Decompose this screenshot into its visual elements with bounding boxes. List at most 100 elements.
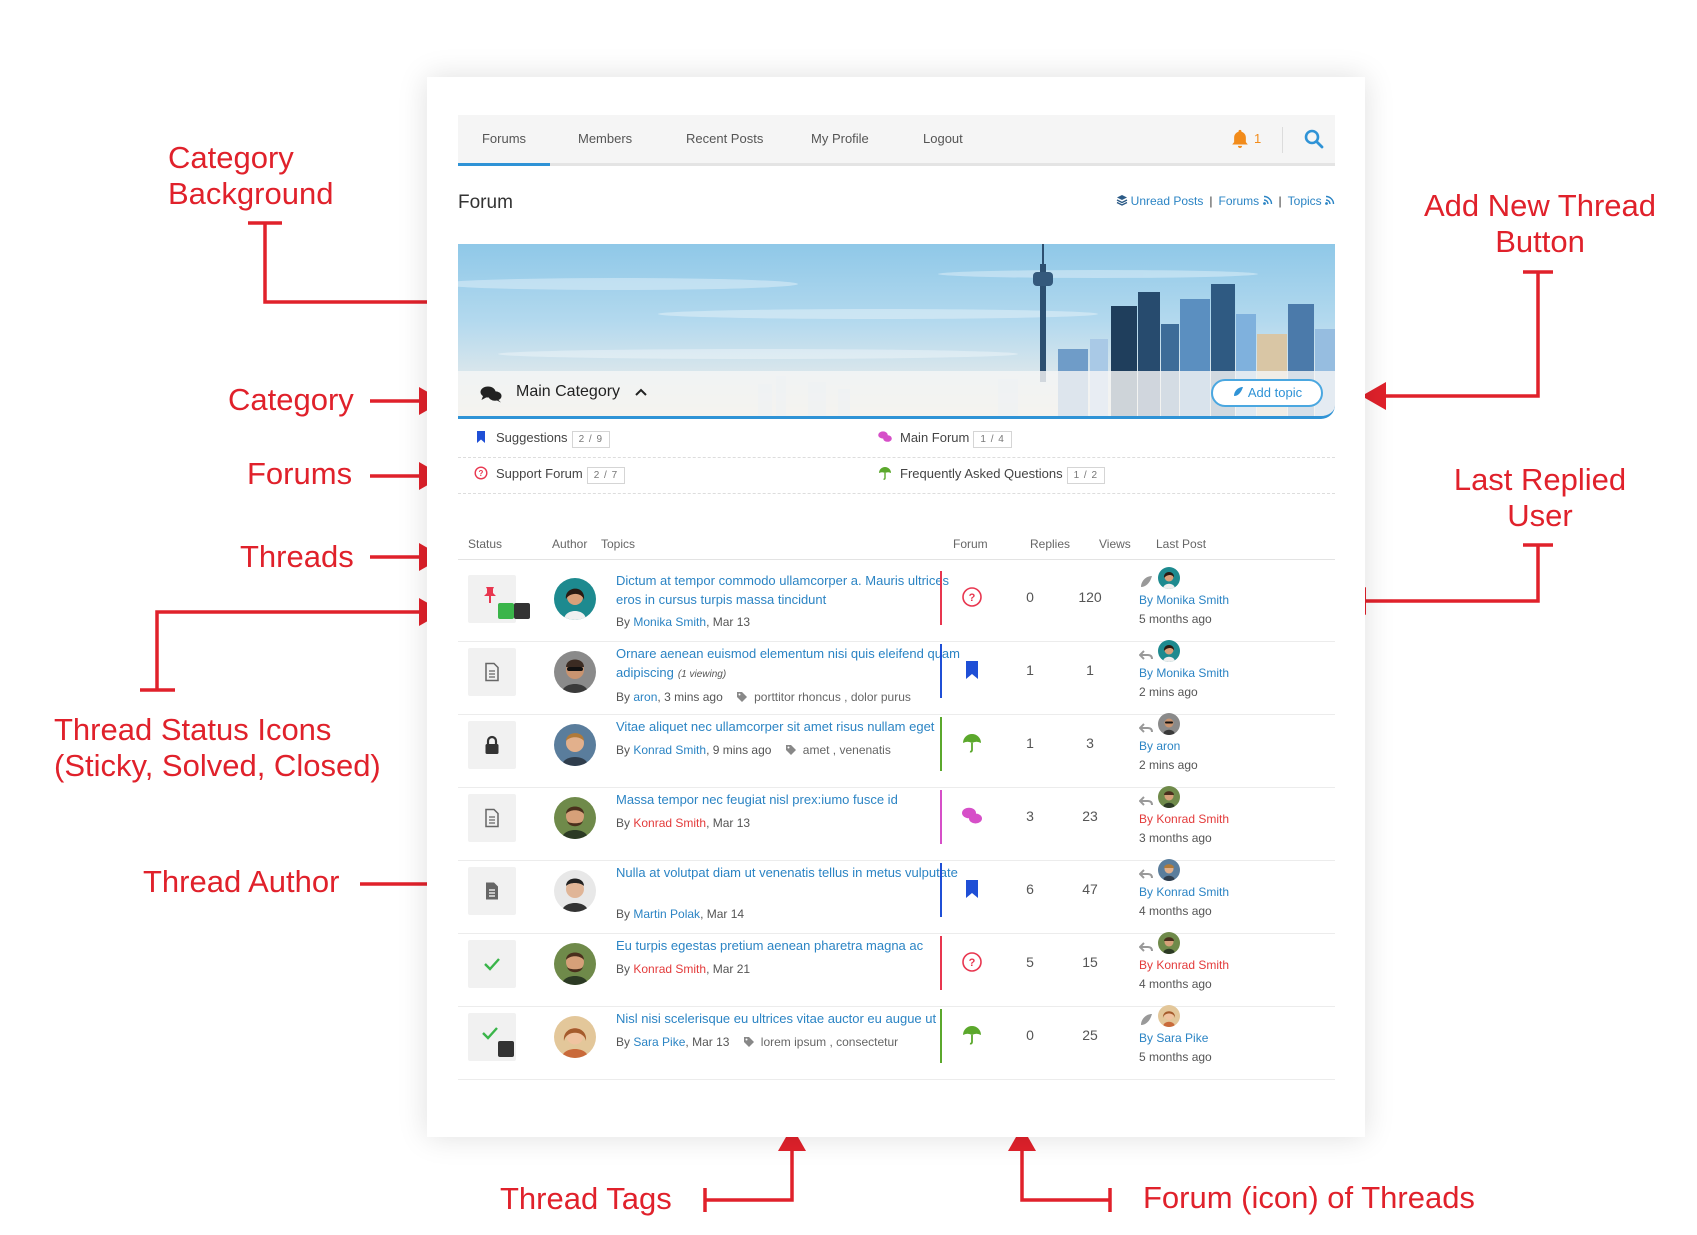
lock-badge-icon bbox=[514, 603, 543, 634]
last-reply-user[interactable]: By aron bbox=[1139, 739, 1180, 753]
avatar[interactable] bbox=[554, 651, 596, 693]
thread-row: Eu turpis egestas pretium aenean pharetr… bbox=[458, 926, 1335, 1007]
pin-icon bbox=[484, 587, 496, 603]
nav-forums[interactable]: Forums bbox=[458, 115, 550, 166]
thread-title[interactable]: Massa tempor nec feugiat nisl prex:iumo … bbox=[616, 790, 966, 809]
thread-date: Mar 13 bbox=[712, 615, 751, 629]
avatar[interactable] bbox=[554, 870, 596, 912]
nav-recent-posts[interactable]: Recent Posts bbox=[686, 115, 763, 163]
chevron-up-icon[interactable] bbox=[633, 384, 649, 400]
thread-author-link[interactable]: Konrad Smith bbox=[633, 816, 706, 830]
bookmark-icon bbox=[477, 431, 485, 443]
thread-meta: By Konrad Smith, Mar 21 bbox=[616, 962, 751, 976]
reply-count: 6 bbox=[1026, 881, 1034, 897]
reply-count: 5 bbox=[1026, 954, 1034, 970]
reply-count: 3 bbox=[1026, 808, 1034, 824]
thread-tags[interactable]: lorem ipsum , consectetur bbox=[761, 1035, 898, 1049]
thread-author-link[interactable]: aron bbox=[633, 690, 657, 704]
last-reply-avatar[interactable] bbox=[1158, 859, 1180, 881]
reply-icon bbox=[1139, 650, 1153, 660]
thread-row: Nisl nisi scelerisque eu ultrices vitae … bbox=[458, 999, 1335, 1080]
header-status: Status bbox=[468, 537, 503, 551]
thread-author-link[interactable]: Martin Polak bbox=[633, 907, 700, 921]
nav-divider bbox=[1282, 127, 1283, 153]
bookmark-icon[interactable] bbox=[961, 878, 983, 900]
avatar[interactable] bbox=[554, 943, 596, 985]
nav-my-profile[interactable]: My Profile bbox=[811, 115, 869, 163]
last-reply-time: 5 months ago bbox=[1139, 1050, 1212, 1064]
search-icon[interactable] bbox=[1304, 129, 1324, 149]
category-bar: Main Category Add topic bbox=[458, 371, 1335, 416]
forum-faq[interactable]: Frequently Asked Questions 1 / 2 bbox=[878, 466, 1106, 484]
thread-meta: By Konrad Smith, Mar 13 bbox=[616, 816, 751, 830]
bookmark-icon[interactable] bbox=[961, 659, 983, 681]
thread-author-link[interactable]: Monika Smith bbox=[633, 615, 706, 629]
status-box bbox=[468, 1013, 530, 1072]
thread-meta: By Konrad Smith, 9 mins ago amet , venen… bbox=[616, 743, 891, 757]
thread-row: Nulla at volutpat diam ut venenatis tell… bbox=[458, 853, 1335, 934]
annotation-forum-icon: Forum (icon) of Threads bbox=[1143, 1180, 1475, 1215]
last-reply-user[interactable]: By Monika Smith bbox=[1139, 593, 1229, 607]
category-title[interactable]: Main Category bbox=[516, 383, 620, 401]
forum-main-forum[interactable]: Main Forum 1 / 4 bbox=[878, 430, 1012, 448]
tag-icon bbox=[737, 692, 748, 702]
nav-logout[interactable]: Logout bbox=[923, 115, 963, 163]
thread-title[interactable]: Eu turpis egestas pretium aenean pharetr… bbox=[616, 936, 966, 955]
notification-count[interactable]: 1 bbox=[1254, 131, 1261, 146]
last-reply-user[interactable]: By Konrad Smith bbox=[1139, 958, 1229, 972]
thread-row: Dictum at tempor commodo ullamcorper a. … bbox=[458, 561, 1335, 642]
thread-title[interactable]: Dictum at tempor commodo ullamcorper a. … bbox=[616, 571, 966, 609]
last-reply-time: 5 months ago bbox=[1139, 612, 1212, 626]
thread-date: Mar 14 bbox=[706, 907, 745, 921]
annotation-add-thread: Add New Thread Button bbox=[1423, 188, 1657, 259]
topics-rss-link[interactable]: Topics bbox=[1288, 194, 1322, 208]
thread-title[interactable]: Nulla at volutpat diam ut venenatis tell… bbox=[616, 863, 966, 882]
question-icon[interactable]: ? bbox=[961, 951, 983, 973]
last-reply-user[interactable]: By Konrad Smith bbox=[1139, 812, 1229, 826]
svg-text:?: ? bbox=[479, 469, 484, 478]
add-topic-button[interactable]: Add topic bbox=[1211, 379, 1323, 407]
last-reply-avatar[interactable] bbox=[1158, 640, 1180, 662]
question-icon[interactable]: ? bbox=[961, 586, 983, 608]
avatar[interactable] bbox=[554, 578, 596, 620]
nav-members[interactable]: Members bbox=[578, 115, 632, 163]
thread-author-link[interactable]: Konrad Smith bbox=[633, 743, 706, 757]
last-reply-time: 4 months ago bbox=[1139, 977, 1212, 991]
last-reply-avatar[interactable] bbox=[1158, 1005, 1180, 1027]
forum-support-forum[interactable]: ? Support Forum 2 / 7 bbox=[474, 466, 626, 484]
check-icon bbox=[484, 958, 500, 971]
thread-title[interactable]: Nisl nisi scelerisque eu ultrices vitae … bbox=[616, 1009, 966, 1028]
hidden-badge-icon bbox=[498, 1041, 530, 1072]
last-reply-user[interactable]: By Sara Pike bbox=[1139, 1031, 1208, 1045]
thread-author-link[interactable]: Sara Pike bbox=[633, 1035, 685, 1049]
forums-rss-link[interactable]: Forums bbox=[1219, 194, 1260, 208]
threads-header: Status Author Topics Forum Replies Views… bbox=[458, 529, 1335, 560]
last-reply-avatar[interactable] bbox=[1158, 786, 1180, 808]
rss-icon[interactable] bbox=[1325, 195, 1335, 205]
thread-tags[interactable]: amet , venenatis bbox=[803, 743, 891, 757]
thread-author-link[interactable]: Konrad Smith bbox=[633, 962, 706, 976]
unread-posts-link[interactable]: Unread Posts bbox=[1131, 194, 1204, 208]
rss-icon[interactable] bbox=[1262, 195, 1273, 205]
thread-title[interactable]: Ornare aenean euismod elementum nisi qui… bbox=[616, 644, 966, 684]
last-reply-user[interactable]: By Konrad Smith bbox=[1139, 885, 1229, 899]
avatar[interactable] bbox=[554, 724, 596, 766]
bell-icon[interactable] bbox=[1228, 128, 1252, 150]
view-count: 3 bbox=[1086, 735, 1094, 751]
last-reply-time: 2 mins ago bbox=[1139, 685, 1198, 699]
last-reply-avatar[interactable] bbox=[1158, 713, 1180, 735]
avatar[interactable] bbox=[554, 797, 596, 839]
last-reply-avatar[interactable] bbox=[1158, 932, 1180, 954]
thread-title[interactable]: Vitae aliquet nec ullamcorper sit amet r… bbox=[616, 717, 966, 736]
umbrella-icon[interactable] bbox=[961, 1024, 983, 1046]
document-icon bbox=[485, 808, 499, 828]
forum-suggestions[interactable]: Suggestions 2 / 9 bbox=[474, 430, 611, 448]
chat-icon[interactable] bbox=[961, 805, 983, 827]
thread-tags[interactable]: porttitor rhoncus , dolor purus bbox=[754, 690, 911, 704]
last-reply-avatar[interactable] bbox=[1158, 567, 1180, 589]
view-count: 120 bbox=[1078, 589, 1102, 605]
avatar[interactable] bbox=[554, 1016, 596, 1058]
forum-color-line bbox=[940, 717, 942, 771]
last-reply-user[interactable]: By Monika Smith bbox=[1139, 666, 1229, 680]
umbrella-icon[interactable] bbox=[961, 732, 983, 754]
